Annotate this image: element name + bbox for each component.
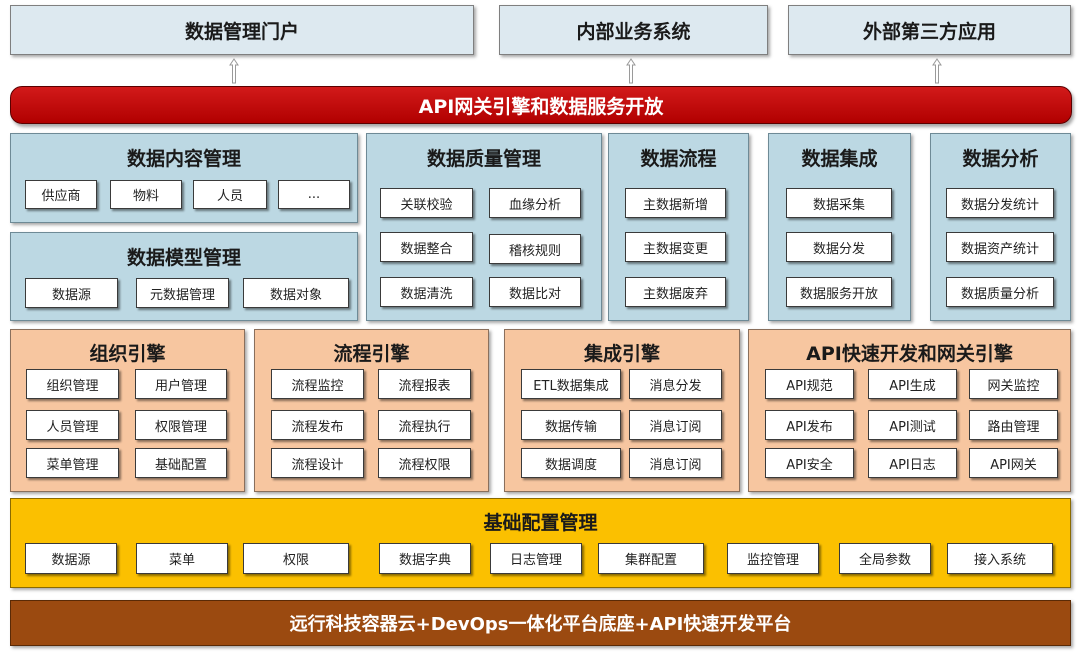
item-flow-monitor: 流程监控 bbox=[271, 369, 364, 399]
item-api-gateway: API网关 bbox=[969, 448, 1058, 478]
item-route-mgmt: 路由管理 bbox=[969, 410, 1058, 440]
panel-integration-engine: 集成引擎 ETL数据集成 消息分发 数据传输 消息订阅 数据调度 消息订阅 bbox=[504, 329, 740, 492]
panel-flow-engine: 流程引擎 流程监控 流程报表 流程发布 流程执行 流程设计 流程权限 bbox=[254, 329, 489, 492]
panel-model-management: 数据模型管理 数据源 元数据管理 数据对象 bbox=[10, 232, 358, 321]
panel-base-config: 基础配置管理 数据源 菜单 权限 数据字典 日志管理 集群配置 监控管理 全局参… bbox=[10, 498, 1071, 588]
item-service-open: 数据服务开放 bbox=[786, 277, 892, 307]
item-audit-rule: 稽核规则 bbox=[489, 234, 581, 264]
item-basic-config: 基础配置 bbox=[135, 448, 227, 478]
item-material: 物料 bbox=[110, 180, 182, 209]
item-menu-mgmt: 菜单管理 bbox=[26, 448, 119, 478]
panel-title: 流程引擎 bbox=[333, 343, 410, 365]
item-msg-subscribe-2: 消息订阅 bbox=[629, 448, 722, 478]
item-more: ... bbox=[278, 180, 350, 209]
item-api-security: API安全 bbox=[765, 448, 854, 478]
item-cluster-config: 集群配置 bbox=[598, 543, 704, 574]
api-gateway-bar: API网关引擎和数据服务开放 bbox=[10, 86, 1072, 124]
item-integration: 数据整合 bbox=[380, 232, 473, 262]
item-api-generate: API生成 bbox=[868, 369, 957, 399]
item-global-params: 全局参数 bbox=[839, 543, 931, 574]
item-supplier: 供应商 bbox=[25, 180, 97, 209]
top-third-party-apps: 外部第三方应用 bbox=[788, 5, 1071, 55]
item-api-test: API测试 bbox=[868, 410, 957, 440]
item-data-transfer: 数据传输 bbox=[521, 410, 621, 440]
item-lineage: 血缘分析 bbox=[489, 188, 581, 218]
item-cleansing: 数据清洗 bbox=[380, 277, 473, 307]
item-flow-publish: 流程发布 bbox=[271, 410, 364, 440]
up-arrow-icon bbox=[229, 58, 239, 84]
item-metadata: 元数据管理 bbox=[136, 278, 229, 308]
item-compare: 数据比对 bbox=[489, 277, 581, 307]
panel-title: 数据流程 bbox=[640, 148, 717, 170]
item-discard: 主数据废弃 bbox=[625, 277, 726, 307]
item-api-publish: API发布 bbox=[765, 410, 854, 440]
item-datasource: 数据源 bbox=[25, 278, 118, 308]
item-datasource: 数据源 bbox=[25, 543, 117, 574]
panel-quality-management: 数据质量管理 关联校验 血缘分析 数据整合 稽核规则 数据清洗 数据比对 bbox=[366, 133, 602, 321]
up-arrow-icon bbox=[626, 58, 636, 84]
panel-title: 数据模型管理 bbox=[126, 247, 241, 269]
item-access-system: 接入系统 bbox=[947, 543, 1053, 574]
panel-data-integration: 数据集成 数据采集 数据分发 数据服务开放 bbox=[768, 133, 911, 321]
item-asset-stats: 数据资产统计 bbox=[946, 232, 1054, 262]
item-org-mgmt: 组织管理 bbox=[26, 369, 119, 399]
item-dictionary: 数据字典 bbox=[379, 543, 471, 574]
item-flow-permission: 流程权限 bbox=[378, 448, 471, 478]
item-permission: 权限 bbox=[243, 543, 349, 574]
item-flow-design: 流程设计 bbox=[271, 448, 364, 478]
item-flow-execute: 流程执行 bbox=[378, 410, 471, 440]
top-portal: 数据管理门户 bbox=[10, 5, 474, 55]
item-permission-mgmt: 权限管理 bbox=[135, 410, 227, 440]
item-user-mgmt: 用户管理 bbox=[135, 369, 227, 399]
item-api-spec: API规范 bbox=[765, 369, 854, 399]
item-data-schedule: 数据调度 bbox=[521, 448, 621, 478]
panel-title: 组织引擎 bbox=[89, 343, 166, 365]
platform-base-bar: 远行科技容器云+DevOps一体化平台底座+API快速开发平台 bbox=[10, 600, 1071, 646]
item-collect: 数据采集 bbox=[786, 188, 892, 218]
item-change: 主数据变更 bbox=[625, 232, 726, 262]
item-distribution-stats: 数据分发统计 bbox=[946, 188, 1054, 218]
panel-api-engine: API快速开发和网关引擎 API规范 API生成 网关监控 API发布 API测… bbox=[748, 329, 1071, 492]
item-create: 主数据新增 bbox=[625, 188, 726, 218]
panel-title: 数据分析 bbox=[962, 148, 1039, 170]
panel-content-management: 数据内容管理 供应商 物料 人员 ... bbox=[10, 133, 358, 223]
item-person-mgmt: 人员管理 bbox=[26, 410, 119, 440]
panel-org-engine: 组织引擎 组织管理 用户管理 人员管理 权限管理 菜单管理 基础配置 bbox=[10, 329, 245, 492]
item-etl: ETL数据集成 bbox=[521, 369, 621, 399]
panel-title: 数据集成 bbox=[801, 148, 878, 170]
top-internal-systems: 内部业务系统 bbox=[499, 5, 768, 55]
item-msg-subscribe: 消息订阅 bbox=[629, 410, 722, 440]
item-menu: 菜单 bbox=[136, 543, 228, 574]
up-arrow-icon bbox=[932, 58, 942, 84]
panel-title: 基础配置管理 bbox=[483, 512, 598, 534]
item-flow-report: 流程报表 bbox=[378, 369, 471, 399]
item-msg-distribute: 消息分发 bbox=[629, 369, 722, 399]
panel-title: 集成引擎 bbox=[583, 343, 660, 365]
panel-data-flow: 数据流程 主数据新增 主数据变更 主数据废弃 bbox=[608, 133, 749, 321]
item-monitor-mgmt: 监控管理 bbox=[727, 543, 819, 574]
panel-title: 数据质量管理 bbox=[426, 148, 541, 170]
panel-data-analysis: 数据分析 数据分发统计 数据资产统计 数据质量分析 bbox=[930, 133, 1071, 321]
item-log-mgmt: 日志管理 bbox=[490, 543, 582, 574]
item-quality-analysis: 数据质量分析 bbox=[946, 277, 1054, 307]
panel-title: 数据内容管理 bbox=[126, 148, 241, 170]
panel-title: API快速开发和网关引擎 bbox=[806, 343, 1013, 365]
item-api-log: API日志 bbox=[868, 448, 957, 478]
item-personnel: 人员 bbox=[193, 180, 267, 209]
item-relation-check: 关联校验 bbox=[380, 188, 473, 218]
item-gateway-monitor: 网关监控 bbox=[969, 369, 1058, 399]
item-data-object: 数据对象 bbox=[243, 278, 349, 308]
item-distribute: 数据分发 bbox=[786, 232, 892, 262]
